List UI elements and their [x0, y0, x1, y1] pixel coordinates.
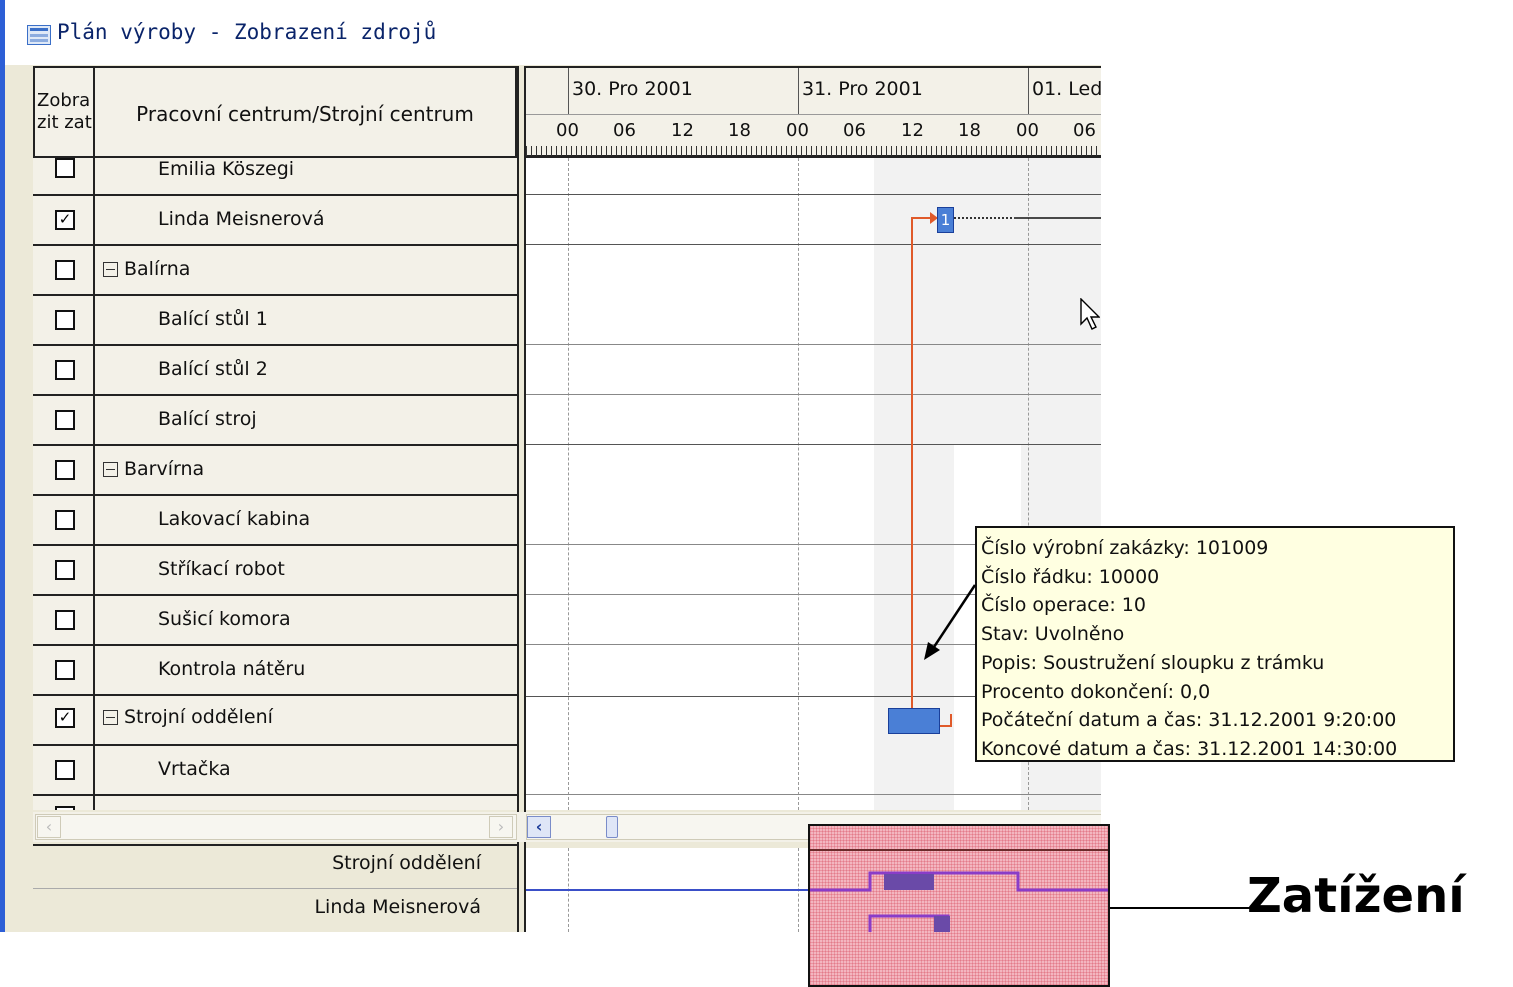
- annotation-lines: [924, 584, 1260, 909]
- load-zoom-callout: [808, 824, 1110, 987]
- mouse-pointer-icon: [1080, 298, 1100, 330]
- annotation-label: Zatížení: [1247, 868, 1465, 924]
